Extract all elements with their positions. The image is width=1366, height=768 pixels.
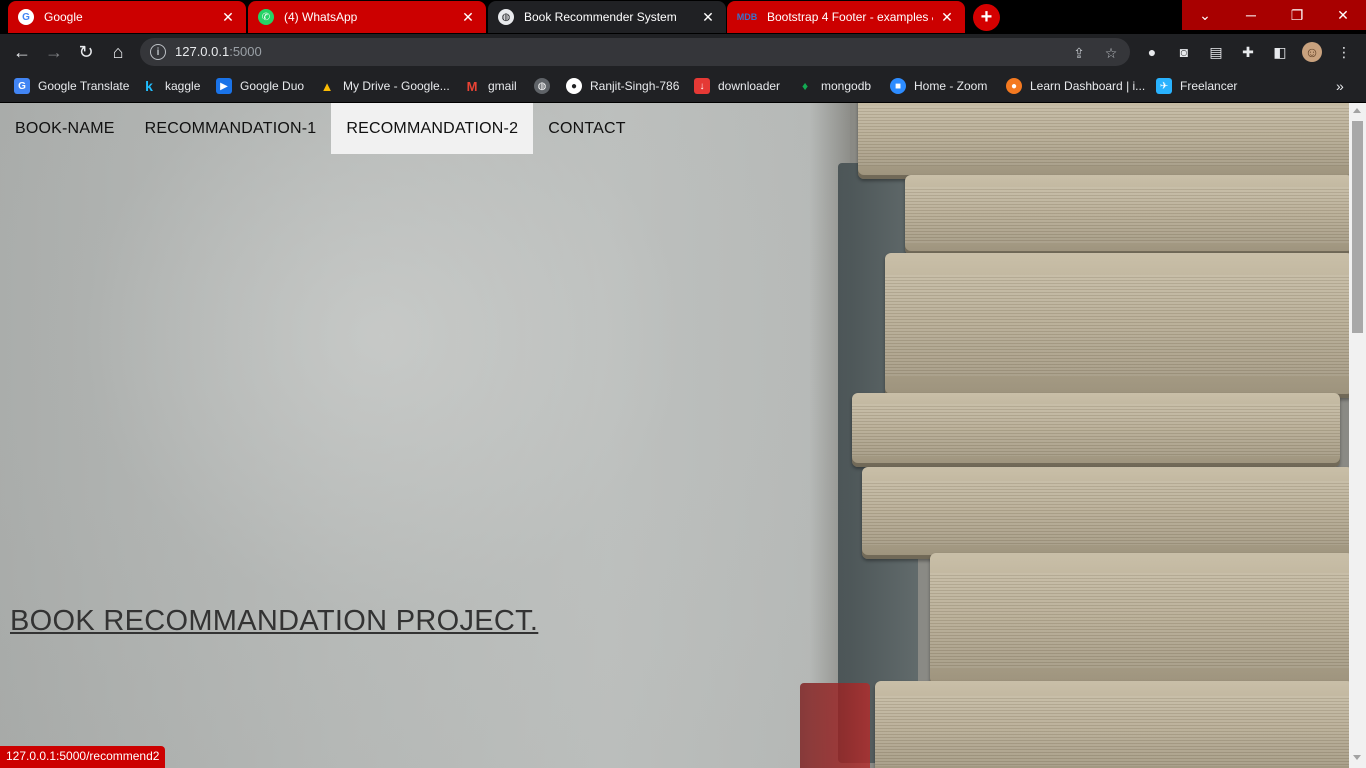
tab-search-button[interactable]: ⌄ xyxy=(1182,0,1228,30)
bookmark-globe[interactable]: ◍ xyxy=(534,77,558,95)
bookmark-label: Home - Zoom xyxy=(914,79,988,93)
bookmark-mongodb[interactable]: ♦ mongodb xyxy=(797,77,871,95)
tab-google[interactable]: G Google ✕ xyxy=(8,1,246,33)
google-icon: G xyxy=(18,9,34,25)
bookmark-label: Ranjit-Singh-786 xyxy=(590,79,680,93)
minimize-button[interactable]: ─ xyxy=(1228,0,1274,30)
close-window-button[interactable]: ✕ xyxy=(1320,0,1366,30)
bookmark-label: gmail xyxy=(488,79,517,93)
kaggle-icon: k xyxy=(145,78,153,94)
url-host: 127.0.0.1 xyxy=(175,44,230,59)
globe-icon: ◍ xyxy=(498,9,514,25)
nav-contact[interactable]: CONTACT xyxy=(533,103,641,154)
side-panel-icon[interactable]: ◧ xyxy=(1270,42,1290,62)
close-icon[interactable]: ✕ xyxy=(220,9,236,25)
zoom-icon: ■ xyxy=(890,78,906,94)
bookmark-label: My Drive - Google... xyxy=(343,79,450,93)
back-icon[interactable]: ← xyxy=(8,38,36,66)
scrollbar-thumb[interactable] xyxy=(1352,121,1363,333)
nav-recommandation-1[interactable]: RECOMMANDATION-1 xyxy=(130,103,332,154)
bookmark-zoom[interactable]: ■ Home - Zoom xyxy=(890,77,987,95)
gmail-icon: M xyxy=(466,78,478,94)
tab-title: Google xyxy=(44,10,83,24)
camera-icon[interactable]: ◙ xyxy=(1174,42,1194,62)
freelancer-icon: ✈ xyxy=(1156,78,1172,94)
address-bar[interactable]: i 127.0.0.1:5000 ⇪ ☆ xyxy=(140,38,1130,66)
page-viewport: BOOK-NAME RECOMMANDATION-1 RECOMMANDATIO… xyxy=(0,103,1349,768)
close-icon[interactable]: ✕ xyxy=(700,9,716,25)
tab-strip: G Google ✕ ✆ (4) WhatsApp ✕ ◍ Book Recom… xyxy=(0,0,1366,34)
bookmark-my-drive[interactable]: ▲ My Drive - Google... xyxy=(319,77,450,95)
google-duo-icon: ▶ xyxy=(216,78,232,94)
tab-whatsapp[interactable]: ✆ (4) WhatsApp ✕ xyxy=(248,1,486,33)
bookmark-label: Google Translate xyxy=(38,79,130,93)
nav-book-name[interactable]: BOOK-NAME xyxy=(0,103,130,154)
github-icon: ● xyxy=(566,78,582,94)
bookmark-gmail[interactable]: Mgmail xyxy=(464,77,517,95)
extension-icon[interactable]: ▤ xyxy=(1206,42,1226,62)
new-tab-button[interactable]: + xyxy=(973,4,1000,31)
mongodb-icon: ♦ xyxy=(801,79,809,93)
nav-recommandation-2[interactable]: RECOMMANDATION-2 xyxy=(331,103,534,154)
learn-dashboard-icon: ● xyxy=(1006,78,1022,94)
close-icon[interactable]: ✕ xyxy=(460,9,476,25)
page-headline[interactable]: BOOK RECOMMANDATION PROJECT. xyxy=(10,605,538,638)
google-drive-icon: ▲ xyxy=(320,78,334,94)
scroll-up-icon[interactable] xyxy=(1353,108,1361,113)
bookmark-label: downloader xyxy=(718,79,781,93)
bookmarks-bar: G Google Translate k kaggle ▶ Google Duo ▲ M… xyxy=(0,70,1366,102)
address-url[interactable]: 127.0.0.1:5000 xyxy=(175,44,262,59)
tab-title: Book Recommender System xyxy=(524,10,677,24)
bookmark-github[interactable]: ● Ranjit-Singh-786 xyxy=(566,77,679,95)
bookmark-google-translate[interactable]: G Google Translate xyxy=(14,77,129,95)
reload-icon[interactable]: ↻ xyxy=(72,38,100,66)
bookmark-learn-dashboard[interactable]: ● Learn Dashboard | i... xyxy=(1006,77,1145,95)
close-icon[interactable]: ✕ xyxy=(939,9,955,25)
forward-icon[interactable]: → xyxy=(40,38,68,66)
site-info-icon[interactable]: i xyxy=(150,44,166,60)
tab-book-recommender[interactable]: ◍ Book Recommender System ✕ xyxy=(488,1,726,33)
browser-toolbar: ← → ↻ ⌂ i 127.0.0.1:5000 ⇪ ☆ ● ◙ ▤ ✚ ◧ ☺… xyxy=(0,34,1366,70)
bookmark-label: Freelancer xyxy=(1180,79,1238,93)
scroll-down-icon[interactable] xyxy=(1353,755,1361,760)
site-navbar: BOOK-NAME RECOMMANDATION-1 RECOMMANDATIO… xyxy=(0,103,641,154)
puzzle-icon[interactable]: ✚ xyxy=(1238,42,1258,62)
bookmark-label: kaggle xyxy=(165,79,201,93)
bookmark-freelancer[interactable]: ✈ Freelancer xyxy=(1156,77,1237,95)
bookmark-label: Google Duo xyxy=(240,79,305,93)
bookmark-label: Learn Dashboard | i... xyxy=(1030,79,1146,93)
tab-title: (4) WhatsApp xyxy=(284,10,358,24)
background-image xyxy=(0,103,850,768)
home-icon[interactable]: ⌂ xyxy=(104,38,132,66)
bookmark-google-duo[interactable]: ▶ Google Duo xyxy=(216,77,304,95)
google-translate-icon: G xyxy=(14,78,30,94)
tab-title: Bootstrap 4 Footer - examples & xyxy=(767,10,933,24)
mdb-icon: MDB xyxy=(736,12,758,22)
share-icon[interactable]: ⇪ xyxy=(1070,44,1088,62)
bookmark-kaggle[interactable]: k kaggle xyxy=(141,77,200,95)
restore-button[interactable]: ❐ xyxy=(1274,0,1320,30)
bookmark-downloader[interactable]: ↓ downloader xyxy=(694,77,780,95)
link-status-bubble: 127.0.0.1:5000/recommend2 xyxy=(0,746,166,768)
bookmark-star-icon[interactable]: ☆ xyxy=(1102,44,1120,62)
more-bookmarks-icon[interactable]: » xyxy=(1336,77,1344,95)
page-scrollbar[interactable] xyxy=(1349,103,1366,768)
menu-icon[interactable]: ⋮ xyxy=(1334,42,1354,62)
tab-bootstrap-footer[interactable]: MDB Bootstrap 4 Footer - examples & ✕ xyxy=(727,1,965,33)
globe-icon: ◍ xyxy=(534,78,550,94)
bookmark-label: mongodb xyxy=(821,79,872,93)
profile-avatar[interactable]: ☺ xyxy=(1302,42,1322,62)
extension-pin-icon[interactable]: ● xyxy=(1142,42,1162,62)
url-port: :5000 xyxy=(229,44,262,59)
downloader-icon: ↓ xyxy=(694,78,710,94)
whatsapp-icon: ✆ xyxy=(258,9,274,25)
